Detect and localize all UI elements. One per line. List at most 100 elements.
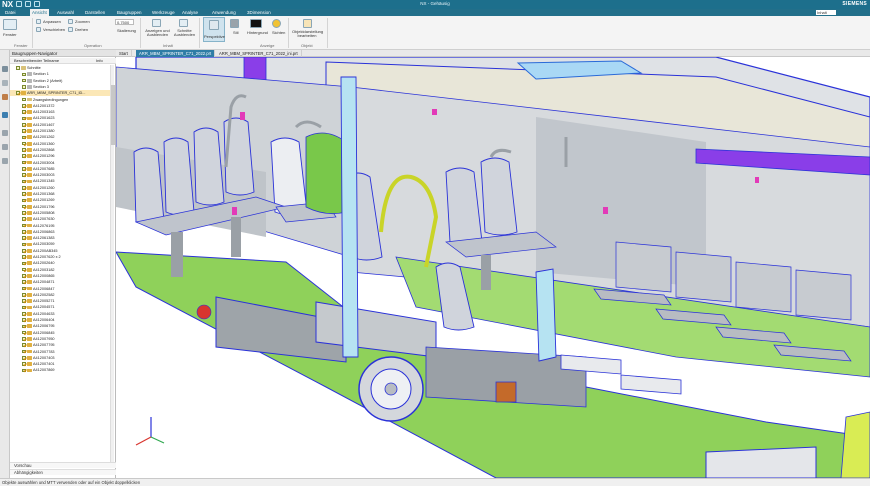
show-hide-button[interactable]: Anzeigen und Ausblenden xyxy=(145,29,170,37)
fenster-button-label[interactable]: Fenster xyxy=(3,32,17,37)
window-icon[interactable] xyxy=(3,19,17,30)
visibility-checkbox[interactable] xyxy=(22,204,26,209)
scroll-thumb[interactable] xyxy=(111,85,115,145)
visibility-checkbox[interactable] xyxy=(22,311,26,316)
visibility-checkbox[interactable] xyxy=(22,337,26,341)
visibility-checkbox[interactable] xyxy=(22,343,26,348)
tree-row[interactable]: A412001796 xyxy=(10,204,110,210)
menu-tab[interactable]: Ansicht xyxy=(30,9,49,16)
visibility-checkbox[interactable] xyxy=(22,211,26,215)
visibility-checkbox[interactable] xyxy=(22,223,26,228)
fit-button[interactable]: Anpassen xyxy=(43,19,61,24)
tree-row[interactable]: Section 2 (Arbeit) xyxy=(10,78,110,84)
tree-row[interactable]: A412002640 xyxy=(10,260,110,266)
menu-tab[interactable]: 3Dimension xyxy=(245,9,273,16)
web-browser-icon[interactable] xyxy=(2,158,8,164)
tree-row[interactable]: A412007630 xyxy=(10,216,110,222)
visibility-checkbox[interactable] xyxy=(22,356,26,360)
tree-row[interactable]: Section 1 xyxy=(10,71,110,77)
tree-row[interactable]: A412001467 xyxy=(10,122,110,128)
visibility-checkbox[interactable] xyxy=(22,135,26,140)
menu-tab[interactable]: Werkzeuge xyxy=(150,9,177,16)
scale-input[interactable]: 0.7500 xyxy=(115,19,134,25)
menu-tab[interactable]: Darstellen xyxy=(83,9,107,16)
hide-section-button[interactable]: Schnitte Ausblenden xyxy=(172,29,197,37)
background-button[interactable]: Hintergrund xyxy=(247,30,268,35)
visibility-checkbox[interactable] xyxy=(22,248,26,253)
tree-row[interactable]: A412001260 xyxy=(10,185,110,191)
constraint-icon[interactable] xyxy=(2,94,8,100)
edit-display-button[interactable]: Objektdarstellung bearbeiten xyxy=(292,30,323,38)
zoom-icon[interactable] xyxy=(68,19,73,24)
visibility-checkbox[interactable] xyxy=(22,230,26,234)
history-icon[interactable] xyxy=(2,130,8,136)
visibility-checkbox[interactable] xyxy=(22,78,26,83)
visibility-checkbox[interactable] xyxy=(22,129,26,133)
tree-row[interactable]: A412003059 xyxy=(10,241,110,247)
visibility-checkbox[interactable] xyxy=(22,280,26,285)
style-button[interactable]: Stil xyxy=(233,30,239,35)
tree-row[interactable]: A412000865 xyxy=(10,273,110,279)
tree-row[interactable]: A412076195 xyxy=(10,223,110,229)
tree-row[interactable]: A412004871 xyxy=(10,279,110,285)
visibility-checkbox[interactable] xyxy=(22,122,26,127)
tree-row[interactable]: A412003182 xyxy=(10,267,110,273)
tree-row[interactable]: A412001368 xyxy=(10,191,110,197)
tab-start[interactable]: Start xyxy=(116,50,132,57)
tab-active-part[interactable]: ARR_MBM_SPRINTER_C71_2022.prt xyxy=(136,50,216,57)
visibility-checkbox[interactable] xyxy=(22,261,26,266)
visibility-checkbox[interactable] xyxy=(22,141,26,146)
menu-tab[interactable]: Analyse xyxy=(180,9,200,16)
visibility-checkbox[interactable] xyxy=(22,293,26,297)
tree-row[interactable]: A412006845 xyxy=(10,330,110,336)
views-button[interactable]: Sichten xyxy=(272,30,285,35)
visibility-checkbox[interactable] xyxy=(22,368,26,373)
tree-row[interactable]: Section 3 xyxy=(10,84,110,90)
tree-row[interactable]: A412001380 xyxy=(10,128,110,134)
visibility-checkbox[interactable] xyxy=(22,154,26,159)
background-icon[interactable] xyxy=(250,19,262,28)
visibility-checkbox[interactable] xyxy=(22,116,26,121)
dependencies-panel-toggle[interactable]: Abhängigkeiten xyxy=(10,469,116,475)
show-hide-icon[interactable] xyxy=(152,19,161,27)
visibility-checkbox[interactable] xyxy=(22,192,26,196)
style-icon[interactable] xyxy=(230,19,239,28)
tree-row[interactable]: A412061383 xyxy=(10,235,110,241)
visibility-checkbox[interactable] xyxy=(22,349,26,354)
pan-button[interactable]: Verschieben xyxy=(43,27,65,32)
part-navigator-icon[interactable] xyxy=(2,80,8,86)
tree-row[interactable]: A412002868 xyxy=(10,147,110,153)
visibility-checkbox[interactable] xyxy=(22,167,26,171)
visibility-checkbox[interactable] xyxy=(22,72,26,77)
menu-tab[interactable]: Baugruppen xyxy=(115,9,144,16)
visibility-checkbox[interactable] xyxy=(22,217,26,222)
tree-row[interactable]: ARR_MBM_SPRINTER_C71_ID... xyxy=(10,90,110,97)
visibility-checkbox[interactable] xyxy=(22,198,26,203)
rotate-icon[interactable] xyxy=(68,27,73,32)
tree-row[interactable]: A412001360 xyxy=(10,141,110,147)
tree-row[interactable]: A412005808 xyxy=(10,210,110,216)
rotate-button[interactable]: Drehen xyxy=(75,27,88,32)
tree-row[interactable]: A412001345 xyxy=(10,178,110,184)
visibility-checkbox[interactable] xyxy=(22,274,26,278)
tree-row[interactable]: A412001262 xyxy=(10,134,110,140)
fit-icon[interactable] xyxy=(36,19,41,24)
visibility-checkbox[interactable] xyxy=(22,110,26,114)
visibility-checkbox[interactable] xyxy=(22,160,26,165)
edit-display-icon[interactable] xyxy=(303,19,312,28)
command-search-input[interactable]: Inhalt xyxy=(816,10,836,15)
visibility-checkbox[interactable] xyxy=(22,362,26,366)
tree-row[interactable]: A412006847 xyxy=(10,286,110,292)
tree-row[interactable]: A412006795 xyxy=(10,323,110,329)
tree-row[interactable]: A412004571 xyxy=(10,304,110,310)
visibility-checkbox[interactable] xyxy=(22,97,26,102)
tree-row[interactable]: A41200AB345 xyxy=(10,248,110,254)
menu-tab[interactable]: Anwendung xyxy=(210,9,238,16)
visibility-checkbox[interactable] xyxy=(22,318,26,322)
tree-row[interactable]: A412007869 xyxy=(10,367,110,373)
visibility-checkbox[interactable] xyxy=(22,179,26,184)
tree-row[interactable]: Schnitte xyxy=(10,65,110,71)
zoom-button[interactable]: Zoomen xyxy=(75,19,90,24)
preview-panel-toggle[interactable]: Vorschau xyxy=(10,462,116,468)
column-description[interactable]: Beschreibender Teilname xyxy=(14,58,59,64)
